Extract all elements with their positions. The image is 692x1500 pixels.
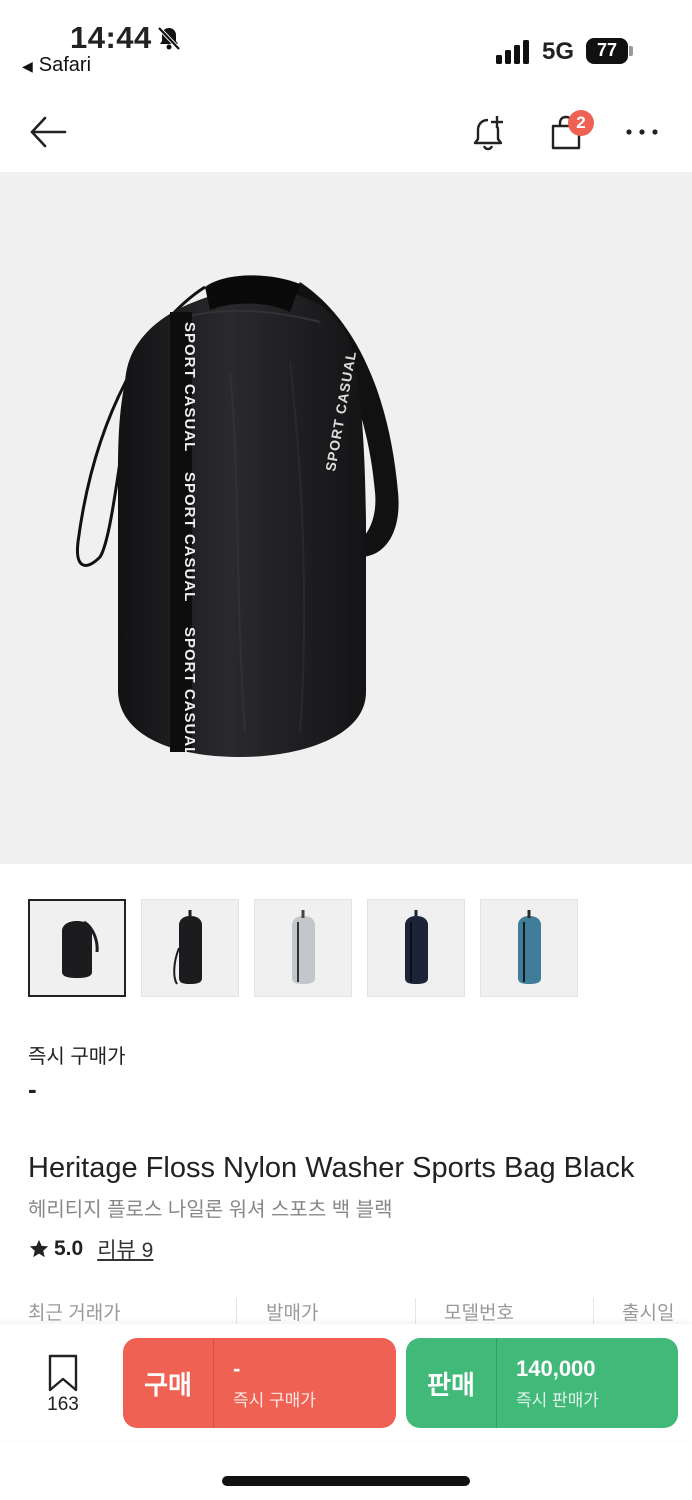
status-bar: 14:44 ◀ Safari 5G 77 bbox=[0, 0, 692, 90]
duffle-bag-illustration: SPORT CASUAL SPORT CASUAL SPORT CASUAL S… bbox=[75, 275, 399, 757]
product-title: Heritage Floss Nylon Washer Sports Bag B… bbox=[28, 1152, 635, 1184]
bag-thumbnail-icon bbox=[62, 920, 99, 978]
product-page: 14:44 ◀ Safari 5G 77 2 SPORT CASUAL SPOR… bbox=[0, 0, 692, 1500]
wishlist-button[interactable]: 163 bbox=[38, 1354, 88, 1424]
release-date-label: 출시일 bbox=[622, 1303, 675, 1324]
battery-icon: 77 bbox=[586, 38, 633, 64]
divider bbox=[236, 1298, 237, 1324]
bottom-action-bar: 163 구매 - 즉시 구매가 판매 140,000 즉시 판매가 bbox=[0, 1324, 692, 1440]
sell-button-sublabel: 즉시 판매가 bbox=[516, 1391, 599, 1410]
star-icon bbox=[29, 1239, 49, 1258]
thumbnail-5[interactable] bbox=[480, 899, 578, 997]
battery-level: 77 bbox=[596, 40, 618, 60]
sell-button-price: 140,000 bbox=[516, 1356, 596, 1381]
buy-button-sublabel: 즉시 구매가 bbox=[233, 1391, 316, 1410]
bag-thumbnail-icon bbox=[518, 910, 541, 984]
thumbnail-1[interactable] bbox=[28, 899, 126, 997]
rating-row: 5.0 리뷰 9 bbox=[28, 1234, 153, 1264]
signal-icon bbox=[496, 40, 529, 64]
bag-strap-text: SPORT CASUAL bbox=[181, 472, 198, 602]
divider bbox=[415, 1298, 416, 1324]
buy-button[interactable]: 구매 - 즉시 구매가 bbox=[123, 1338, 396, 1428]
network-type: 5G bbox=[542, 38, 575, 65]
sell-button-label: 판매 bbox=[427, 1369, 475, 1400]
back-triangle-icon: ◀ bbox=[22, 58, 33, 74]
bell-off-icon bbox=[157, 26, 181, 51]
thumbnail-strip bbox=[28, 899, 578, 997]
divider bbox=[593, 1298, 594, 1324]
bag-strap-text: SPORT CASUAL bbox=[181, 627, 198, 757]
buy-button-price: - bbox=[233, 1356, 241, 1381]
back-to-app-link[interactable]: ◀ Safari bbox=[22, 54, 91, 77]
cart-count-badge: 2 bbox=[568, 110, 594, 136]
review-link[interactable]: 리뷰 9 bbox=[97, 1234, 153, 1264]
arrow-left-icon bbox=[30, 116, 67, 148]
instant-buy-price-label: 즉시 구매가 bbox=[28, 1046, 126, 1068]
instant-buy-price-value: - bbox=[28, 1074, 37, 1104]
status-time: 14:44 bbox=[70, 20, 152, 55]
nav-bar: 2 bbox=[0, 92, 692, 172]
back-button[interactable] bbox=[18, 92, 78, 172]
product-info-row: 최근 거래가 발매가 모델번호 출시일 bbox=[0, 1294, 692, 1328]
notification-add-button[interactable] bbox=[458, 92, 518, 172]
bag-strap-text: SPORT CASUAL bbox=[181, 322, 198, 452]
bag-thumbnail-icon bbox=[405, 910, 428, 984]
sell-button[interactable]: 판매 140,000 즉시 판매가 bbox=[406, 1338, 678, 1428]
product-image[interactable]: SPORT CASUAL SPORT CASUAL SPORT CASUAL S… bbox=[0, 172, 692, 864]
recent-price-label: 최근 거래가 bbox=[28, 1303, 121, 1324]
thumbnail-3[interactable] bbox=[254, 899, 352, 997]
more-horizontal-icon bbox=[626, 129, 658, 135]
wishlist-count: 163 bbox=[47, 1394, 79, 1415]
product-title-korean: 헤리티지 플로스 나일론 워셔 스포츠 백 블랙 bbox=[28, 1199, 393, 1221]
bag-thumbnail-icon bbox=[292, 910, 315, 984]
model-number-label: 모델번호 bbox=[444, 1303, 514, 1324]
rating-score: 5.0 bbox=[54, 1237, 84, 1260]
bell-plus-icon bbox=[473, 116, 503, 151]
button-divider bbox=[213, 1338, 214, 1428]
back-app-label: Safari bbox=[38, 54, 92, 76]
cart-button[interactable]: 2 bbox=[536, 92, 596, 172]
release-price-label: 발매가 bbox=[266, 1303, 319, 1324]
bookmark-icon bbox=[48, 1354, 78, 1392]
home-indicator[interactable] bbox=[222, 1476, 470, 1486]
button-divider bbox=[496, 1338, 497, 1428]
buy-button-label: 구매 bbox=[144, 1369, 192, 1400]
thumbnail-4[interactable] bbox=[367, 899, 465, 997]
more-options-button[interactable] bbox=[612, 92, 672, 172]
thumbnail-2[interactable] bbox=[141, 899, 239, 997]
bag-thumbnail-icon bbox=[173, 910, 202, 985]
